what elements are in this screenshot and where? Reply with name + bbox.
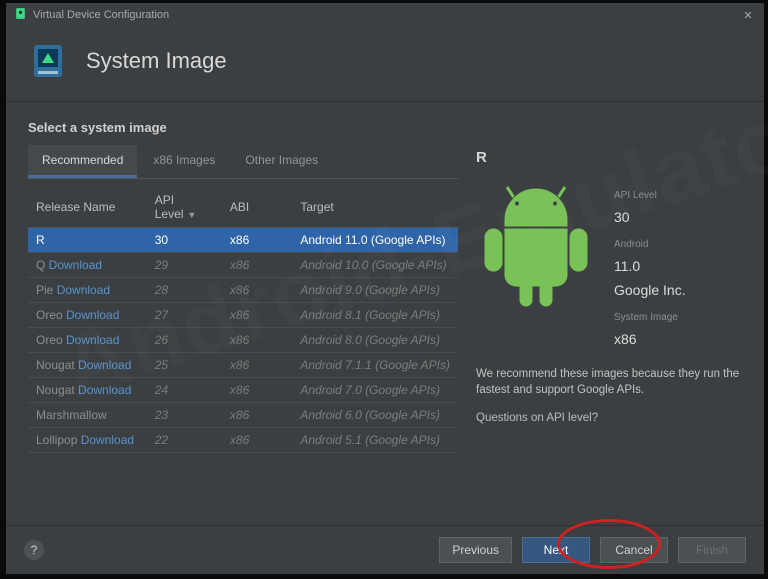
cell-release: Marshmallow <box>28 403 147 428</box>
android-label: Android <box>614 239 686 250</box>
cell-release: Lollipop Download <box>28 428 147 453</box>
footer: ? Previous Next Cancel Finish <box>6 526 764 574</box>
download-link[interactable]: Download <box>66 308 119 322</box>
download-link[interactable]: Download <box>78 358 131 372</box>
cell-target: Android 8.0 (Google APIs) <box>292 328 458 353</box>
cell-release: Oreo Download <box>28 303 147 328</box>
table-row[interactable]: Q Download29x86Android 10.0 (Google APIs… <box>28 253 458 278</box>
android-studio-icon <box>14 7 27 23</box>
table-row[interactable]: R30x86Android 11.0 (Google APIs) <box>28 228 458 253</box>
cell-release: Pie Download <box>28 278 147 303</box>
detail-name: R <box>476 149 742 166</box>
close-icon[interactable]: ✕ <box>740 9 756 22</box>
cell-api: 28 <box>147 278 222 303</box>
tab-recommended[interactable]: Recommended <box>28 145 137 178</box>
cell-release: Nougat Download <box>28 378 147 403</box>
download-link[interactable]: Download <box>57 283 110 297</box>
table-header-row: Release Name API Level▼ ABI Target <box>28 187 458 228</box>
cell-target: Android 7.0 (Google APIs) <box>292 378 458 403</box>
cell-release: Nougat Download <box>28 353 147 378</box>
table-row[interactable]: Oreo Download26x86Android 8.0 (Google AP… <box>28 328 458 353</box>
cell-api: 25 <box>147 353 222 378</box>
table-row[interactable]: Nougat Download25x86Android 7.1.1 (Googl… <box>28 353 458 378</box>
cell-abi: x86 <box>222 228 292 253</box>
col-abi[interactable]: ABI <box>222 187 292 228</box>
cell-release: Oreo Download <box>28 328 147 353</box>
cell-target: Android 5.1 (Google APIs) <box>292 428 458 453</box>
table-row[interactable]: Lollipop Download22x86Android 5.1 (Googl… <box>28 428 458 453</box>
sort-desc-icon: ▼ <box>187 210 196 220</box>
download-link[interactable]: Download <box>66 333 119 347</box>
window-title: Virtual Device Configuration <box>33 9 740 21</box>
sysimg-value: x86 <box>614 331 686 347</box>
tab-x86-images[interactable]: x86 Images <box>139 145 229 178</box>
section-title: Select a system image <box>28 102 742 145</box>
tab-other-images[interactable]: Other Images <box>231 145 332 178</box>
cell-target: Android 8.1 (Google APIs) <box>292 303 458 328</box>
cell-api: 29 <box>147 253 222 278</box>
content-area: Select a system image Recommended x86 Im… <box>6 101 764 526</box>
cell-abi: x86 <box>222 253 292 278</box>
cell-target: Android 6.0 (Google APIs) <box>292 403 458 428</box>
cell-target: Android 9.0 (Google APIs) <box>292 278 458 303</box>
finish-button: Finish <box>678 537 746 563</box>
previous-button[interactable]: Previous <box>439 537 512 563</box>
cell-api: 27 <box>147 303 222 328</box>
table-row[interactable]: Oreo Download27x86Android 8.1 (Google AP… <box>28 303 458 328</box>
col-api[interactable]: API Level▼ <box>147 187 222 228</box>
left-pane: Recommended x86 Images Other Images Rele… <box>28 145 458 525</box>
detail-pane: R API Level 30 Android 11.0 Google Inc. … <box>476 145 742 525</box>
android-robot-icon <box>476 180 596 313</box>
cell-release: Q Download <box>28 253 147 278</box>
table-row[interactable]: Pie Download28x86Android 9.0 (Google API… <box>28 278 458 303</box>
sysimg-label: System Image <box>614 312 686 323</box>
android-version: 11.0 <box>614 258 686 274</box>
cell-api: 30 <box>147 228 222 253</box>
page-header: System Image <box>6 27 764 101</box>
cell-api: 26 <box>147 328 222 353</box>
recommend-text: We recommend these images because they r… <box>476 367 742 398</box>
cell-api: 22 <box>147 428 222 453</box>
download-link[interactable]: Download <box>81 433 134 447</box>
cell-api: 23 <box>147 403 222 428</box>
cancel-button[interactable]: Cancel <box>600 537 668 563</box>
page-title: System Image <box>86 48 227 74</box>
question-link[interactable]: Questions on API level? <box>476 412 742 424</box>
cell-abi: x86 <box>222 303 292 328</box>
table-row[interactable]: Marshmallow23x86Android 6.0 (Google APIs… <box>28 403 458 428</box>
help-icon[interactable]: ? <box>24 540 44 560</box>
cell-api: 24 <box>147 378 222 403</box>
col-target[interactable]: Target <box>292 187 458 228</box>
table-row[interactable]: Nougat Download24x86Android 7.0 (Google … <box>28 378 458 403</box>
dialog-window: Virtual Device Configuration ✕ System Im… <box>6 3 764 574</box>
cell-abi: x86 <box>222 353 292 378</box>
cell-abi: x86 <box>222 428 292 453</box>
cell-abi: x86 <box>222 378 292 403</box>
api-level-label: API Level <box>614 190 686 201</box>
titlebar: Virtual Device Configuration ✕ <box>6 3 764 27</box>
cell-abi: x86 <box>222 403 292 428</box>
vendor: Google Inc. <box>614 282 686 298</box>
next-button[interactable]: Next <box>522 537 590 563</box>
system-image-table: Release Name API Level▼ ABI Target R30x8… <box>28 187 458 453</box>
studio-avd-icon <box>28 41 68 81</box>
api-level-value: 30 <box>614 209 686 225</box>
cell-target: Android 10.0 (Google APIs) <box>292 253 458 278</box>
cell-release: R <box>28 228 147 253</box>
cell-abi: x86 <box>222 278 292 303</box>
download-link[interactable]: Download <box>78 383 131 397</box>
tabs: Recommended x86 Images Other Images <box>28 145 458 179</box>
cell-target: Android 11.0 (Google APIs) <box>292 228 458 253</box>
cell-target: Android 7.1.1 (Google APIs) <box>292 353 458 378</box>
col-release[interactable]: Release Name <box>28 187 147 228</box>
cell-abi: x86 <box>222 328 292 353</box>
download-link[interactable]: Download <box>49 258 102 272</box>
